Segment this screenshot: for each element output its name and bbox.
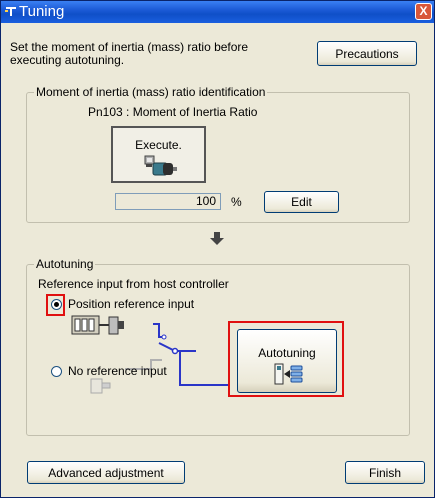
close-icon: X: [419, 4, 428, 18]
inertia-ratio-unit: %: [231, 195, 242, 209]
execute-label: Execute.: [135, 138, 182, 152]
edit-button[interactable]: Edit: [264, 191, 339, 213]
execute-button[interactable]: Execute.: [111, 126, 206, 183]
tuning-window: Tuning X Set the moment of inertia (mass…: [0, 0, 435, 498]
down-arrow-icon: [210, 232, 224, 245]
no-reference-radio[interactable]: [51, 366, 62, 377]
advanced-adjustment-button[interactable]: Advanced adjustment: [27, 461, 185, 484]
pn103-label: Pn103 : Moment of Inertia Ratio: [88, 105, 258, 119]
disabled-controller-icon: [90, 378, 111, 394]
intro-text: Set the moment of inertia (mass) ratio b…: [10, 41, 248, 67]
autotuning-group-label: Autotuning: [34, 257, 96, 271]
no-reference-label[interactable]: No reference input: [68, 364, 167, 378]
position-radio-highlight: [46, 294, 65, 316]
finish-button[interactable]: Finish: [345, 461, 425, 484]
intro-text-line2: executing autotuning.: [10, 53, 125, 67]
inertia-group-label: Moment of inertia (mass) ratio identific…: [34, 85, 268, 99]
inertia-ratio-value: 100: [115, 193, 221, 210]
title-bar: Tuning X: [1, 1, 434, 23]
position-reference-label[interactable]: Position reference input: [68, 297, 194, 311]
window-title: Tuning: [19, 3, 65, 20]
tuning-app-icon: [5, 7, 16, 16]
servo-motor-icon: [144, 155, 177, 176]
precautions-button[interactable]: Precautions: [317, 41, 417, 66]
reference-input-label: Reference input from host controller: [38, 277, 229, 291]
close-button[interactable]: X: [415, 3, 432, 20]
autotuning-button-highlight: [228, 321, 344, 397]
